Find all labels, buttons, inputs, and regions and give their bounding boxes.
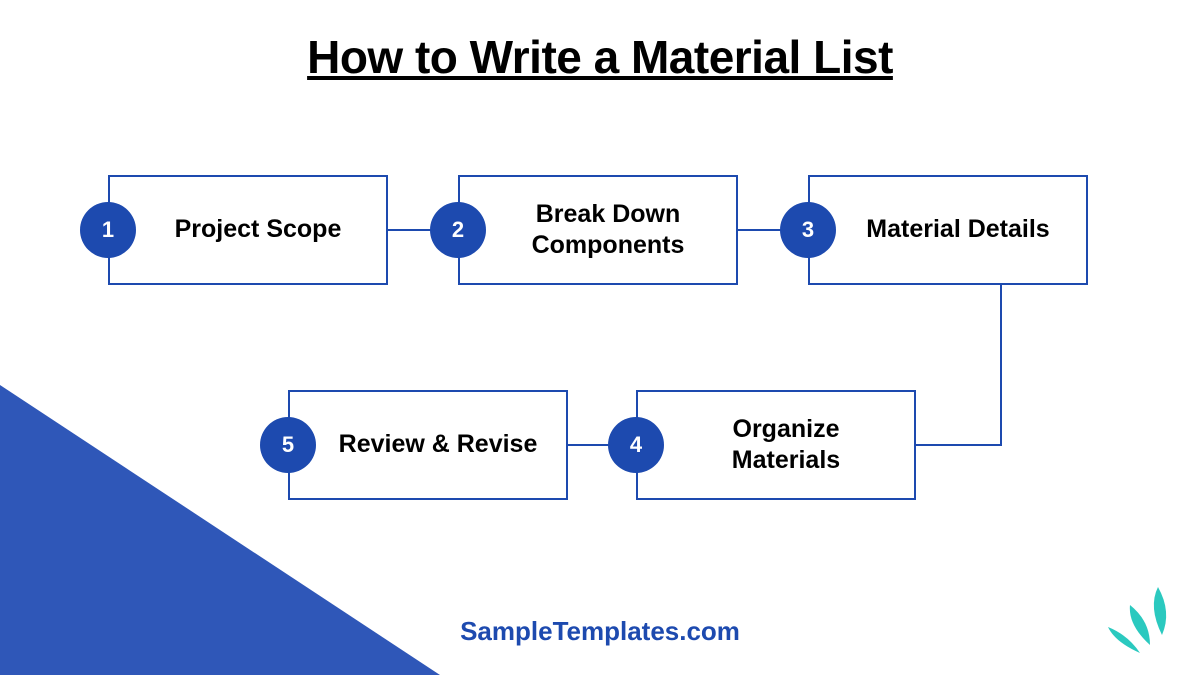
step-3-box: Material Details <box>808 175 1088 285</box>
step-4-box: Organize Materials <box>636 390 916 500</box>
connector-3-4 <box>916 444 1002 446</box>
page-title: How to Write a Material List <box>0 30 1200 84</box>
step-4: 4 Organize Materials <box>608 390 916 500</box>
step-4-number: 4 <box>608 417 664 473</box>
step-1-box: Project Scope <box>108 175 388 285</box>
step-3-number: 3 <box>780 202 836 258</box>
step-2-number: 2 <box>430 202 486 258</box>
step-2: 2 Break Down Components <box>430 175 738 285</box>
step-2-box: Break Down Components <box>458 175 738 285</box>
step-3: 3 Material Details <box>780 175 1088 285</box>
step-5-number: 5 <box>260 417 316 473</box>
step-1-number: 1 <box>80 202 136 258</box>
decorative-triangle <box>0 385 440 675</box>
decorative-leaves-icon <box>1090 557 1190 657</box>
step-1: 1 Project Scope <box>80 175 388 285</box>
connector-3-down <box>1000 285 1002 445</box>
